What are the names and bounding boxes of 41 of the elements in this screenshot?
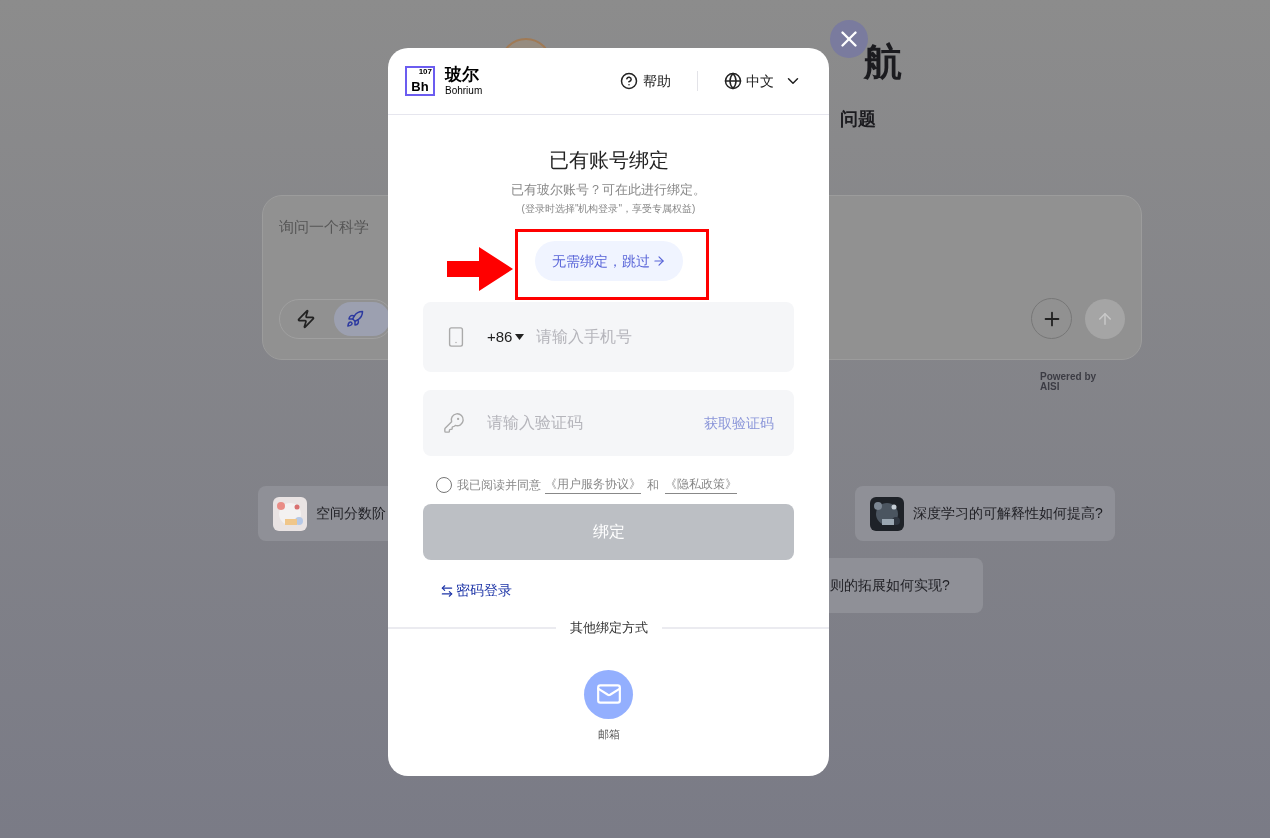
brand-number: 107 <box>418 68 432 76</box>
page-title: 航 <box>864 40 902 85</box>
password-login-link[interactable]: 密码登录 <box>440 580 512 601</box>
suggestion-text: 空间分数阶 <box>316 504 386 523</box>
switch-icon <box>440 583 454 598</box>
powered-by: Powered by AISI <box>1040 372 1097 392</box>
caret-icon <box>515 334 525 340</box>
code-field[interactable]: 请输入验证码 获取验证码 <box>423 390 794 456</box>
arrow-right-icon <box>651 254 666 268</box>
agreement-radio[interactable] <box>436 476 452 493</box>
lightning-icon <box>296 308 316 329</box>
rocket-icon <box>346 309 364 328</box>
agreement-and: 和 <box>647 476 659 494</box>
country-code-selector[interactable]: +86 <box>487 325 525 349</box>
brand-mark: Bh <box>411 80 429 93</box>
agreement-text: 我已阅读并同意 <box>457 476 541 494</box>
divider-label: 其他绑定方式 <box>568 619 649 637</box>
skip-button[interactable]: 无需绑定，跳过 <box>534 241 683 281</box>
dialog-hint: (登录时选择"机构登录"，享受专属权益) <box>521 202 696 216</box>
pointer-arrow-icon <box>447 247 513 291</box>
phone-field[interactable]: +86 请输入手机号 <box>423 302 794 372</box>
dialog-subtitle: 已有玻尔账号？可在此进行绑定。 <box>511 181 706 199</box>
language-selector[interactable]: 中文 <box>724 70 802 92</box>
brand-subtitle: Bohrium <box>445 85 483 97</box>
method-label: 邮箱 <box>597 726 620 742</box>
privacy-link[interactable]: 《隐私政策》 <box>665 475 737 494</box>
key-icon <box>443 412 465 434</box>
brand-name: 玻尔 <box>445 65 480 85</box>
globe-icon <box>724 72 742 90</box>
email-button[interactable] <box>584 669 633 719</box>
dialog-title: 已有账号绑定 <box>548 148 669 173</box>
suggestion-text: 则的拓展如何实现? <box>830 576 950 595</box>
help-icon <box>620 72 638 90</box>
suggestion-text: 深度学习的可解释性如何提高? <box>913 504 1103 523</box>
mode-pill[interactable] <box>334 301 390 336</box>
suggestion-card[interactable]: 深度学习的可解释性如何提高? <box>855 486 1115 541</box>
mail-icon <box>595 681 622 707</box>
help-link[interactable]: 帮助 <box>620 70 671 92</box>
get-code-link[interactable]: 获取验证码 <box>704 412 774 434</box>
page-subtitle: 问题 <box>840 108 876 131</box>
terms-link[interactable]: 《用户服务协议》 <box>545 475 641 494</box>
